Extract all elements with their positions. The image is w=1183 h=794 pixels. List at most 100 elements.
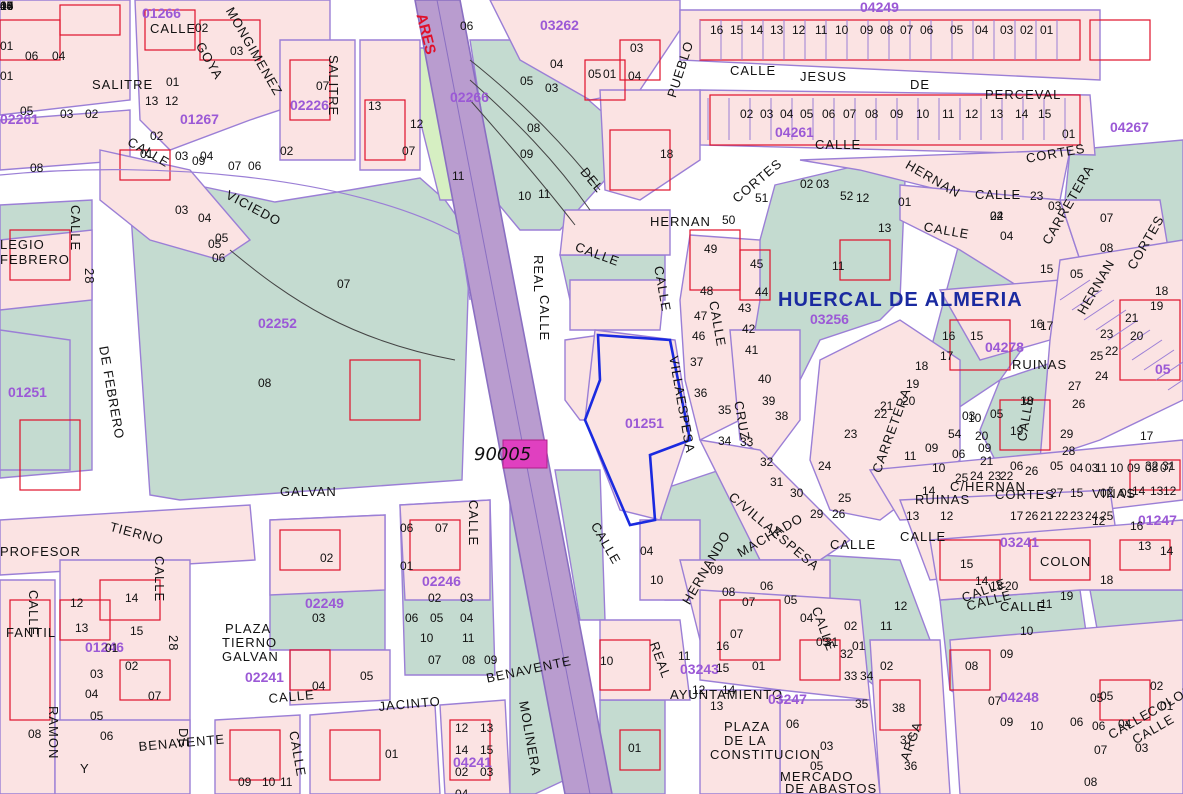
parcel-number-n207: 04 bbox=[1118, 717, 1132, 731]
cadastral-map[interactable]: HUERCAL DE ALMERIA 90005 ARES CALLE GOYA MONG… bbox=[0, 0, 1183, 794]
parcel-number-n193: 20 bbox=[1005, 579, 1019, 593]
street-label-s28: REAL bbox=[531, 255, 546, 293]
block-pink-26 bbox=[569, 279, 666, 331]
parcel-number-n075: 14 bbox=[1015, 107, 1029, 121]
parcel-number-n218: 04 bbox=[800, 611, 814, 625]
parcel-number-n039: 09 bbox=[520, 147, 534, 161]
parcel-number-n286: 07 bbox=[1094, 743, 1108, 757]
parcel-number-n215: 07 bbox=[742, 595, 756, 609]
parcel-number-n210: 01 bbox=[1160, 699, 1174, 713]
parcel-number-n126: 09 bbox=[978, 441, 992, 455]
parcel-number-n190: 15 bbox=[960, 557, 974, 571]
parcel-number-n086: 46 bbox=[692, 329, 706, 343]
parcel-number-n012: 04 bbox=[198, 211, 212, 225]
parcel-number-n199: 12 bbox=[1092, 514, 1106, 528]
parcel-number-n165: 25 bbox=[955, 471, 969, 485]
parcel-number-n080: 52 bbox=[840, 189, 854, 203]
parcel-number-n030: 06 bbox=[212, 251, 226, 265]
parcel-number-n197: 14 bbox=[1160, 544, 1174, 558]
parcel-number-n259: 10 bbox=[420, 631, 434, 645]
parcel-number-n089: 43 bbox=[738, 301, 752, 315]
parcel-number-n220: 02 bbox=[844, 619, 858, 633]
parcel-number-n161: 21 bbox=[980, 454, 994, 468]
parcel-number-n232: 05 bbox=[810, 759, 824, 773]
parcel-number-n173: 10 bbox=[1110, 461, 1124, 475]
parcel-number-n110: 20 bbox=[902, 394, 916, 408]
parcel-number-n003: 04 bbox=[52, 49, 66, 63]
street-label-s84: FEBRERO bbox=[0, 252, 70, 267]
parcel-number-n245: 03 bbox=[312, 611, 326, 625]
parcel-number-n069: 08 bbox=[865, 107, 879, 121]
street-label-s60: Y bbox=[80, 761, 90, 776]
parcel-number-n258: 09 bbox=[484, 653, 498, 667]
parcel-number-n056: 07 bbox=[900, 23, 914, 37]
parcel-number-n053: 10 bbox=[835, 23, 849, 37]
parcel-number-n035: 05 bbox=[520, 74, 534, 88]
parcel-number-n031: 07 bbox=[337, 277, 351, 291]
parcel-number-n238: 14 bbox=[722, 683, 736, 697]
parcel-number-n019: 11 bbox=[452, 169, 465, 183]
parcel-number-n007: 01 bbox=[0, 39, 14, 53]
parcel-number-n171: 12 bbox=[1163, 484, 1177, 498]
parcel-number-n037: 03 bbox=[545, 81, 559, 95]
parcel-number-n153: 29 bbox=[1060, 427, 1074, 441]
parcel-number-n131: 01 bbox=[898, 195, 912, 209]
parcel-number-n183: 17 bbox=[1010, 509, 1024, 523]
parcel-number-n269: 05 bbox=[90, 709, 104, 723]
parcel-number-n070: 09 bbox=[890, 107, 904, 121]
map-geometry bbox=[0, 0, 1183, 794]
parcel-number-n184: 26 bbox=[1025, 509, 1039, 523]
parcel-number-n268: 04 bbox=[85, 687, 99, 701]
parcel-number-n256: 07 bbox=[428, 653, 442, 667]
parcel-number-n166: 26 bbox=[1025, 464, 1039, 478]
parcel-number-n224: 37 bbox=[900, 733, 914, 747]
parcel-number-n087: 45 bbox=[750, 257, 764, 271]
parcel-number-n128: 11 bbox=[832, 259, 845, 273]
street-label-s50: CALLE bbox=[152, 556, 167, 603]
parcel-code-c16: 02246 bbox=[422, 573, 461, 589]
parcel-number-n015: 13 bbox=[145, 94, 159, 108]
parcel-number-n169: 14 bbox=[1132, 484, 1146, 498]
parcel-code-c08: 04267 bbox=[1110, 119, 1149, 135]
parcel-number-n001: 01 bbox=[0, 69, 14, 83]
street-label-s76: DE ABASTOS bbox=[785, 781, 878, 794]
parcel-code-c12: 04278 bbox=[985, 339, 1024, 355]
street-label-s62: CALLE bbox=[267, 686, 316, 706]
street-label-s58: FANTIL bbox=[6, 625, 57, 640]
parcel-number-n222: 02 bbox=[880, 659, 894, 673]
parcel-number-n073: 12 bbox=[965, 107, 979, 121]
parcel-number-n163: 23 bbox=[988, 469, 1002, 483]
parcel-number-n147: 23 bbox=[1100, 327, 1114, 341]
parcel-number-n107: 23 bbox=[844, 427, 858, 441]
parcel-number-n194: 19 bbox=[1060, 589, 1074, 603]
parcel-number-n135: 03 bbox=[1048, 199, 1062, 213]
parcel-number-n187: 23 bbox=[1070, 509, 1084, 523]
parcel-number-n136: 04 bbox=[1000, 229, 1014, 243]
parcel-number-n014: 02 bbox=[150, 129, 164, 143]
parcel-number-n105: 25 bbox=[838, 491, 852, 505]
parcel-number-n043: 03 bbox=[630, 41, 644, 55]
street-label-s21: CALLE bbox=[975, 187, 1022, 202]
parcel-number-n198: 13 bbox=[1138, 539, 1152, 553]
parcel-code-c20: 04248 bbox=[1000, 689, 1039, 705]
parcel-number-n265: 01 bbox=[105, 641, 119, 655]
parcel-number-n021: 12 bbox=[410, 117, 424, 131]
parcel-number-n231: 03 bbox=[820, 739, 834, 753]
parcel-number-n068: 07 bbox=[843, 107, 857, 121]
parcel-number-n064: 03 bbox=[760, 107, 774, 121]
parcel-code-c24: 02241 bbox=[245, 669, 284, 685]
parcel-number-n252: 03 bbox=[460, 591, 474, 605]
parcel-number-n282: 03 bbox=[480, 765, 494, 779]
parcel-number-n024: 07 bbox=[228, 159, 242, 173]
parcel-number-n038: 08 bbox=[527, 121, 541, 135]
parcel-number-n042: 18 bbox=[660, 147, 674, 161]
parcel-code-c07: 04261 bbox=[775, 124, 814, 140]
parcel-number-n146: 20 bbox=[1130, 329, 1144, 343]
parcel-number-n054: 09 bbox=[860, 23, 874, 37]
parcel-number-n029: 05 bbox=[215, 231, 229, 245]
parcel-number-n250: 01 bbox=[400, 559, 414, 573]
parcel-number-n058: 05 bbox=[950, 23, 964, 37]
parcel-number-n094: 38 bbox=[775, 409, 789, 423]
parcel-number-n046: 01 bbox=[603, 67, 617, 81]
parcel-number-n300: 04 bbox=[0, 0, 14, 13]
